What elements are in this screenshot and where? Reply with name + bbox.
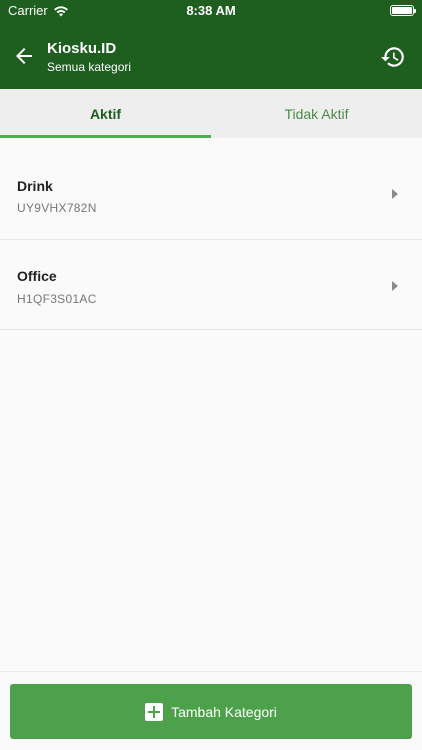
tab-aktif-label: Aktif [89,105,122,122]
tab-tidak-aktif-label: Tidak Aktif [284,105,349,122]
tab-aktif[interactable]: Aktif [0,89,211,138]
category-code: H1QF3S01AC [17,292,97,306]
app-subtitle: Semua kategori [47,60,132,74]
category-name: Office [17,268,57,284]
battery-icon [390,5,416,16]
category-item-office[interactable]: Office H1QF3S01AC [0,240,422,330]
status-bar: Carrier 8:38 AM [0,0,422,22]
app-title: Kiosku.ID [47,40,117,57]
add-category-button[interactable]: Tambah Kategori [10,684,412,739]
tab-tidak-aktif[interactable]: Tidak Aktif [211,89,422,138]
status-time: 8:38 AM [186,3,236,18]
app-bar: Kiosku.ID Semua kategori [0,30,422,86]
history-icon[interactable] [380,44,406,70]
app-header: Carrier 8:38 AM Kiosku.ID Semua kategori [0,0,422,89]
footer-bar: Tambah Kategori [0,671,422,750]
category-list: Drink UY9VHX782N Office H1QF3S01AC [0,138,422,330]
add-category-label: Tambah Kategori [171,703,277,720]
chevron-right-icon [392,281,398,291]
category-item-drink[interactable]: Drink UY9VHX782N [0,138,422,240]
back-arrow-icon[interactable] [12,44,36,68]
header-titles: Kiosku.ID Semua kategori [47,40,131,75]
tab-bar: Aktif Tidak Aktif [0,89,422,138]
chevron-right-icon [392,189,398,199]
category-name: Drink [17,178,53,194]
category-code: UY9VHX782N [17,201,97,215]
plus-box-icon [145,702,164,721]
